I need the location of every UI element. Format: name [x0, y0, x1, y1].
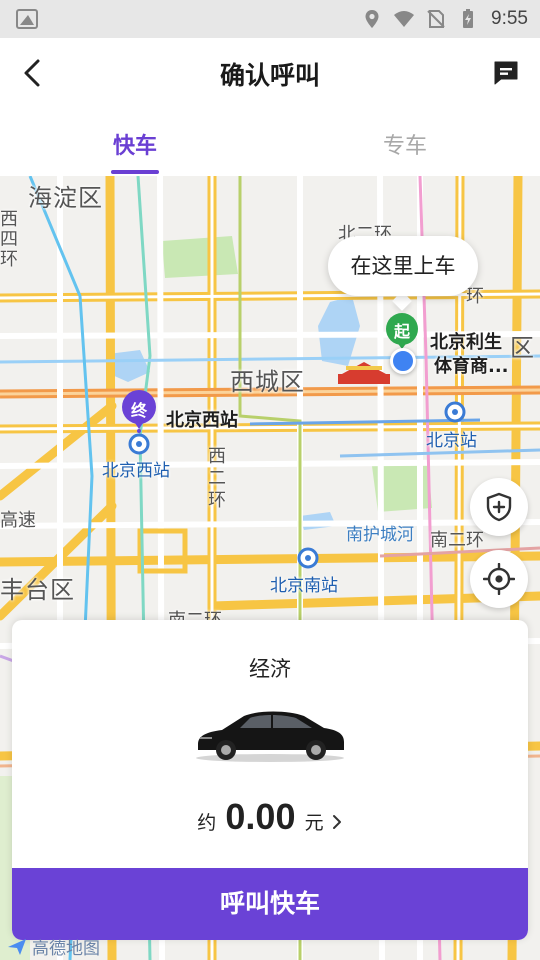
- safety-button[interactable]: [470, 478, 528, 536]
- call-ride-button[interactable]: 呼叫快车: [12, 868, 528, 940]
- map-provider-name: 高德地图: [32, 939, 100, 959]
- page-title: 确认呼叫: [219, 61, 320, 90]
- tab-express[interactable]: 快车: [0, 128, 270, 160]
- road-label: 高速: [0, 510, 36, 531]
- river-label: 南护城河: [346, 525, 414, 545]
- active-tab-indicator: [111, 170, 159, 174]
- battery-charging-icon: [463, 9, 474, 28]
- app-notification-icon: [16, 9, 38, 29]
- car-type-label: 经济: [249, 657, 291, 681]
- relocate-button[interactable]: [470, 550, 528, 608]
- ride-estimate-card: 经济 约 0.00 元 呼叫快车: [12, 620, 528, 940]
- road-label: 西二环: [208, 446, 226, 511]
- tab-premier[interactable]: 专车: [270, 128, 540, 160]
- price-prefix: 约: [197, 812, 217, 834]
- station-label: 北京站: [426, 431, 477, 451]
- status-bar: 9:55: [0, 0, 540, 38]
- shield-plus-icon: [486, 492, 512, 522]
- price-estimate[interactable]: 约 0.00 元: [12, 796, 528, 838]
- current-location-dot: [390, 348, 416, 374]
- poi-label: 北京利生: [430, 332, 502, 353]
- station-label: 北京西站: [102, 461, 170, 481]
- location-status-icon: [365, 10, 379, 28]
- status-time: 9:55: [491, 8, 528, 29]
- map-provider-logo: 高德地图: [6, 934, 100, 959]
- road-label: 南二环: [430, 530, 484, 551]
- message-icon[interactable]: [492, 59, 520, 87]
- no-sim-icon: [427, 10, 445, 28]
- nav-header: 确认呼叫: [0, 38, 540, 108]
- road-label-partial: 西四环: [0, 209, 18, 270]
- district-label: 西城区: [230, 368, 305, 396]
- car-image-icon: [196, 711, 344, 762]
- end-pin-label: 终: [130, 401, 147, 420]
- amap-arrow-icon: [8, 938, 26, 955]
- ride-type-tabs: 快车 专车: [0, 108, 540, 176]
- district-label: 区: [510, 334, 535, 362]
- poi-label: 北京西站: [166, 410, 238, 431]
- station-label: 北京南站: [270, 576, 338, 596]
- wifi-icon: [394, 11, 415, 27]
- price-unit: 元: [304, 812, 324, 834]
- start-pin-label: 起: [393, 322, 410, 341]
- district-label: 丰台区: [0, 576, 75, 604]
- locate-crosshair-icon: [483, 563, 515, 595]
- price-value: 0.00: [225, 796, 296, 837]
- poi-label: 体育商...: [434, 356, 509, 377]
- chevron-right-icon: [332, 815, 341, 829]
- district-label: 海淀区: [28, 184, 103, 212]
- pickup-bubble[interactable]: 在这里上车: [328, 236, 478, 296]
